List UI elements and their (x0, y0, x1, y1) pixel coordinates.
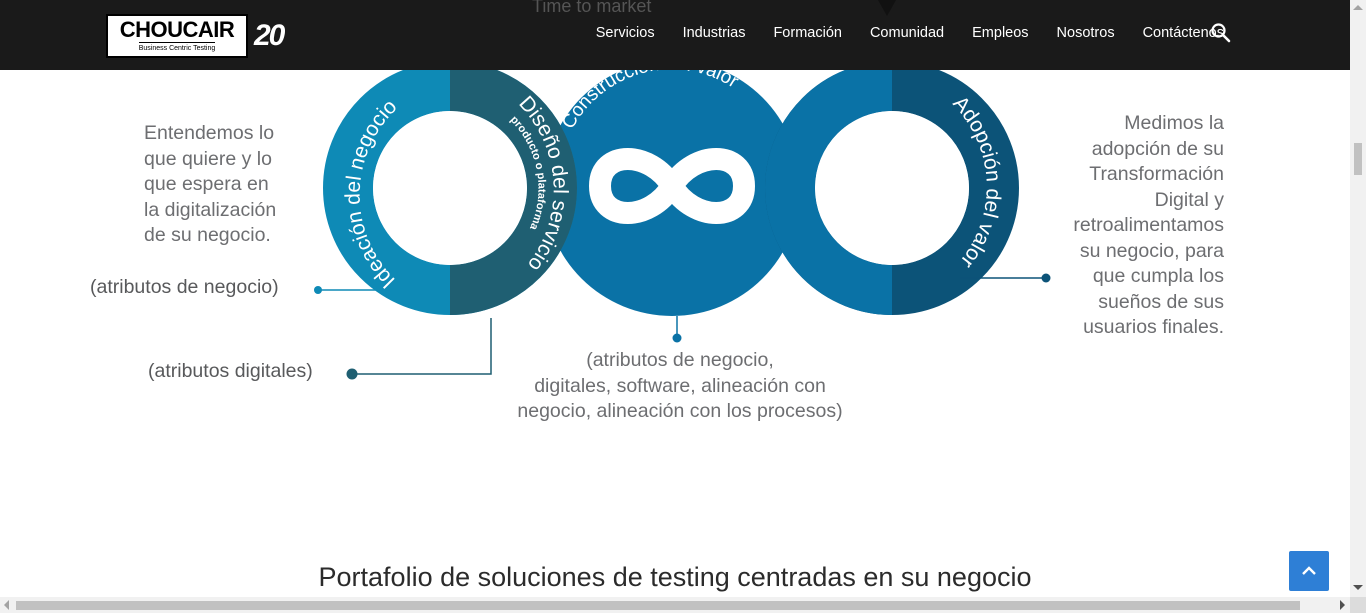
nav-industrias[interactable]: Industrias (683, 25, 746, 41)
nav-servicios[interactable]: Servicios (596, 25, 655, 41)
horizontal-scrollbar[interactable] (0, 597, 1366, 613)
logo-tagline: Business Centric Testing (138, 42, 216, 53)
scrollbar-corner (1350, 597, 1366, 613)
chevron-up-icon (1302, 566, 1316, 575)
scroll-right-arrow-icon[interactable] (1340, 600, 1345, 610)
search-icon[interactable] (1210, 22, 1232, 44)
logo-anniversary: 20 (254, 19, 285, 52)
ideation-description: Entendemos lo que quiere y lo que espera… (144, 122, 277, 246)
scroll-up-arrow-icon[interactable] (1353, 5, 1363, 10)
nav-empleos[interactable]: Empleos (972, 25, 1028, 41)
logo-box: CHOUCAIR Business Centric Testing (106, 14, 248, 58)
value-cycle-diagram: Ideación del negocio Diseño del servicio… (0, 0, 1350, 500)
nav-formacion[interactable]: Formación (773, 25, 842, 41)
attr-business-label: (atributos de negocio) (90, 276, 279, 298)
vertical-scrollbar[interactable] (1350, 0, 1366, 597)
horizontal-scroll-thumb[interactable] (16, 601, 1300, 610)
scroll-left-arrow-icon[interactable] (4, 600, 9, 610)
portfolio-section-title: Portafolio de soluciones de testing cent… (318, 562, 1032, 592)
logo-wordmark: CHOUCAIR (119, 17, 235, 42)
choucair-logo[interactable]: CHOUCAIR Business Centric Testing 20 (106, 14, 285, 58)
main-nav: Servicios Industrias Formación Comunidad… (596, 0, 1224, 66)
construction-description: (atributos de negocio, digitales, softwa… (517, 349, 843, 422)
nav-comunidad[interactable]: Comunidad (870, 25, 944, 41)
back-to-top-button[interactable] (1289, 551, 1329, 591)
scroll-down-arrow-icon[interactable] (1353, 585, 1363, 590)
site-header: CHOUCAIR Business Centric Testing 20 Ser… (0, 0, 1350, 70)
down-arrow-icon (878, 0, 896, 16)
vertical-scroll-thumb[interactable] (1354, 143, 1362, 175)
attr-digital-label: (atributos digitales) (148, 360, 313, 382)
adoption-description: Medimos la adopción de su Transformación… (1073, 112, 1224, 338)
nav-nosotros[interactable]: Nosotros (1057, 25, 1115, 41)
